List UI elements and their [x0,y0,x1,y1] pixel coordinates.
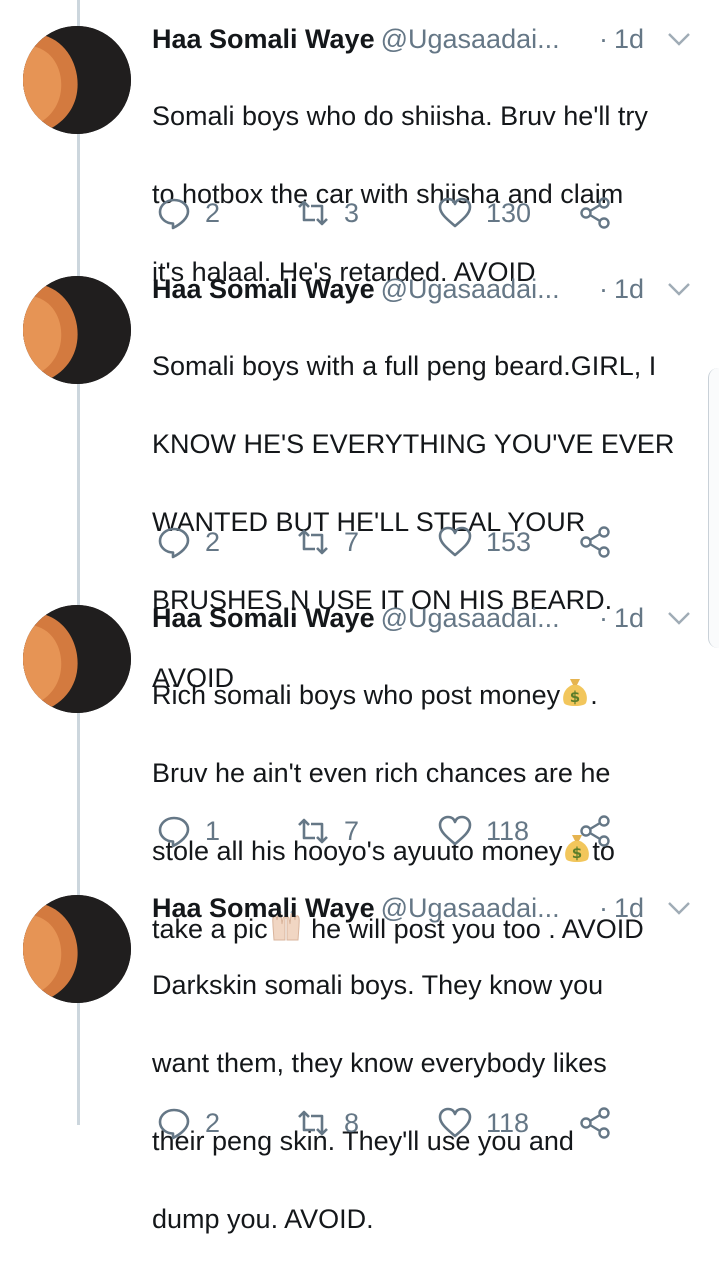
retweet-button[interactable]: 3 [296,195,359,231]
tweet[interactable]: Haa Somali Waye @Ugasaadai... · 1d Somali… [0,270,719,693]
separator-dot: · [599,893,608,923]
retweet-icon [298,529,328,555]
tweet-line: to hotbox the car with shiisha and claim [152,179,624,209]
retweet-count: 8 [344,1107,360,1138]
retweet-count: 3 [344,197,360,228]
retweet-icon [298,1110,328,1136]
share-icon [580,197,610,229]
tweet-header: Haa Somali Waye @Ugasaadai... · 1d [152,270,700,308]
tweet-line: Darkskin somali boys. They know you [152,970,604,1000]
retweet-count: 7 [344,815,360,846]
author-name[interactable]: Haa Somali Waye [152,603,375,633]
tweet-line: stole all his hooyo's ayuuto money $ to [152,832,704,871]
share-button[interactable] [578,813,612,849]
tweet-line: Rich somali boys who post money $. [152,676,704,715]
like-count: 153 [486,526,532,557]
avatar[interactable] [23,895,131,1003]
chevron-down-icon[interactable] [666,895,692,921]
reply-icon [158,816,190,848]
reply-count: 2 [205,526,221,557]
author-handle[interactable]: @Ugasaadai... [381,893,560,923]
heart-icon [438,197,472,228]
chevron-down-icon[interactable] [666,276,692,302]
tweet-line-text: . [590,680,598,710]
tweet-line: dump you. AVOID. [152,1204,374,1234]
svg-text:$: $ [570,688,580,706]
timestamp[interactable]: 1d [614,889,644,927]
tweet-line: Bruv he ain't even rich chances are he [152,758,611,788]
reply-icon [158,1108,190,1140]
tweet-line: WANTED BUT HE'LL STEAL YOUR [152,507,586,537]
reply-button[interactable]: 1 [157,813,220,849]
author-name[interactable]: Haa Somali Waye [152,274,375,304]
like-button[interactable]: 118 [438,1105,529,1141]
chevron-down-icon[interactable] [666,26,692,52]
tweet-line-text: Rich somali boys who post money [152,680,561,710]
separator-dot: · [599,603,608,633]
money-bag-emoji: $ [563,679,588,706]
retweet-button[interactable]: 7 [296,813,359,849]
like-count: 130 [486,197,532,228]
retweet-button[interactable]: 8 [296,1105,359,1141]
tweet-line: Somali boys who do shiisha. Bruv he'll t… [152,101,648,131]
retweet-button[interactable]: 7 [296,524,359,560]
avatar[interactable] [23,605,131,713]
tweet-header: Haa Somali Waye @Ugasaadai... · 1d [152,20,700,58]
reply-count: 1 [205,815,221,846]
timestamp[interactable]: 1d [614,20,644,58]
separator-dot: · [599,24,608,54]
tweet-text: Darkskin somali boys. They know you want… [152,927,704,1278]
author-handle[interactable]: @Ugasaadai... [381,24,560,54]
author-handle[interactable]: @Ugasaadai... [381,274,560,304]
reply-button[interactable]: 2 [157,195,220,231]
like-count: 118 [486,1107,530,1138]
reply-icon [158,527,190,559]
author-handle[interactable]: @Ugasaadai... [381,603,560,633]
chevron-down-icon[interactable] [666,605,692,631]
retweet-icon [298,200,328,226]
share-button[interactable] [578,524,612,560]
tweet[interactable]: Haa Somali Waye @Ugasaadai... · 1d Rich s… [0,599,719,944]
like-button[interactable]: 130 [438,195,531,231]
reply-icon [158,198,190,230]
share-icon [580,1107,610,1139]
avatar[interactable] [23,276,131,384]
like-button[interactable]: 118 [438,813,529,849]
heart-icon [438,526,472,557]
reply-button[interactable]: 2 [157,1105,220,1141]
reply-button[interactable]: 2 [157,524,220,560]
separator-dot: · [599,274,608,304]
tweet-line: KNOW HE'S EVERYTHING YOU'VE EVER [152,429,675,459]
tweet-line: their peng skin. They'll use you and [152,1126,574,1156]
timestamp[interactable]: 1d [614,599,644,637]
share-icon [580,815,610,847]
author-name[interactable]: Haa Somali Waye [152,24,375,54]
share-icon [580,526,610,558]
tweet-header: Haa Somali Waye @Ugasaadai... · 1d [152,599,700,637]
share-button[interactable] [578,195,612,231]
author-name[interactable]: Haa Somali Waye [152,893,375,923]
tweet[interactable]: Haa Somali Waye @Ugasaadai... · 1d Darksk… [0,889,719,1234]
heart-icon [438,1107,472,1138]
like-count: 118 [486,815,530,846]
tweet-header: Haa Somali Waye @Ugasaadai... · 1d [152,889,700,927]
timestamp[interactable]: 1d [614,270,644,308]
retweet-icon [298,818,328,844]
tweet[interactable]: Haa Somali Waye @Ugasaadai... · 1d Somali… [0,0,719,287]
tweet-line: Somali boys with a full peng beard.GIRL,… [152,351,657,381]
tweet-line: want them, they know everybody likes [152,1048,607,1078]
share-button[interactable] [578,1105,612,1141]
heart-icon [438,815,472,846]
reply-count: 2 [205,197,221,228]
avatar[interactable] [23,26,131,134]
reply-count: 2 [205,1107,221,1138]
like-button[interactable]: 153 [438,524,531,560]
retweet-count: 7 [344,526,360,557]
